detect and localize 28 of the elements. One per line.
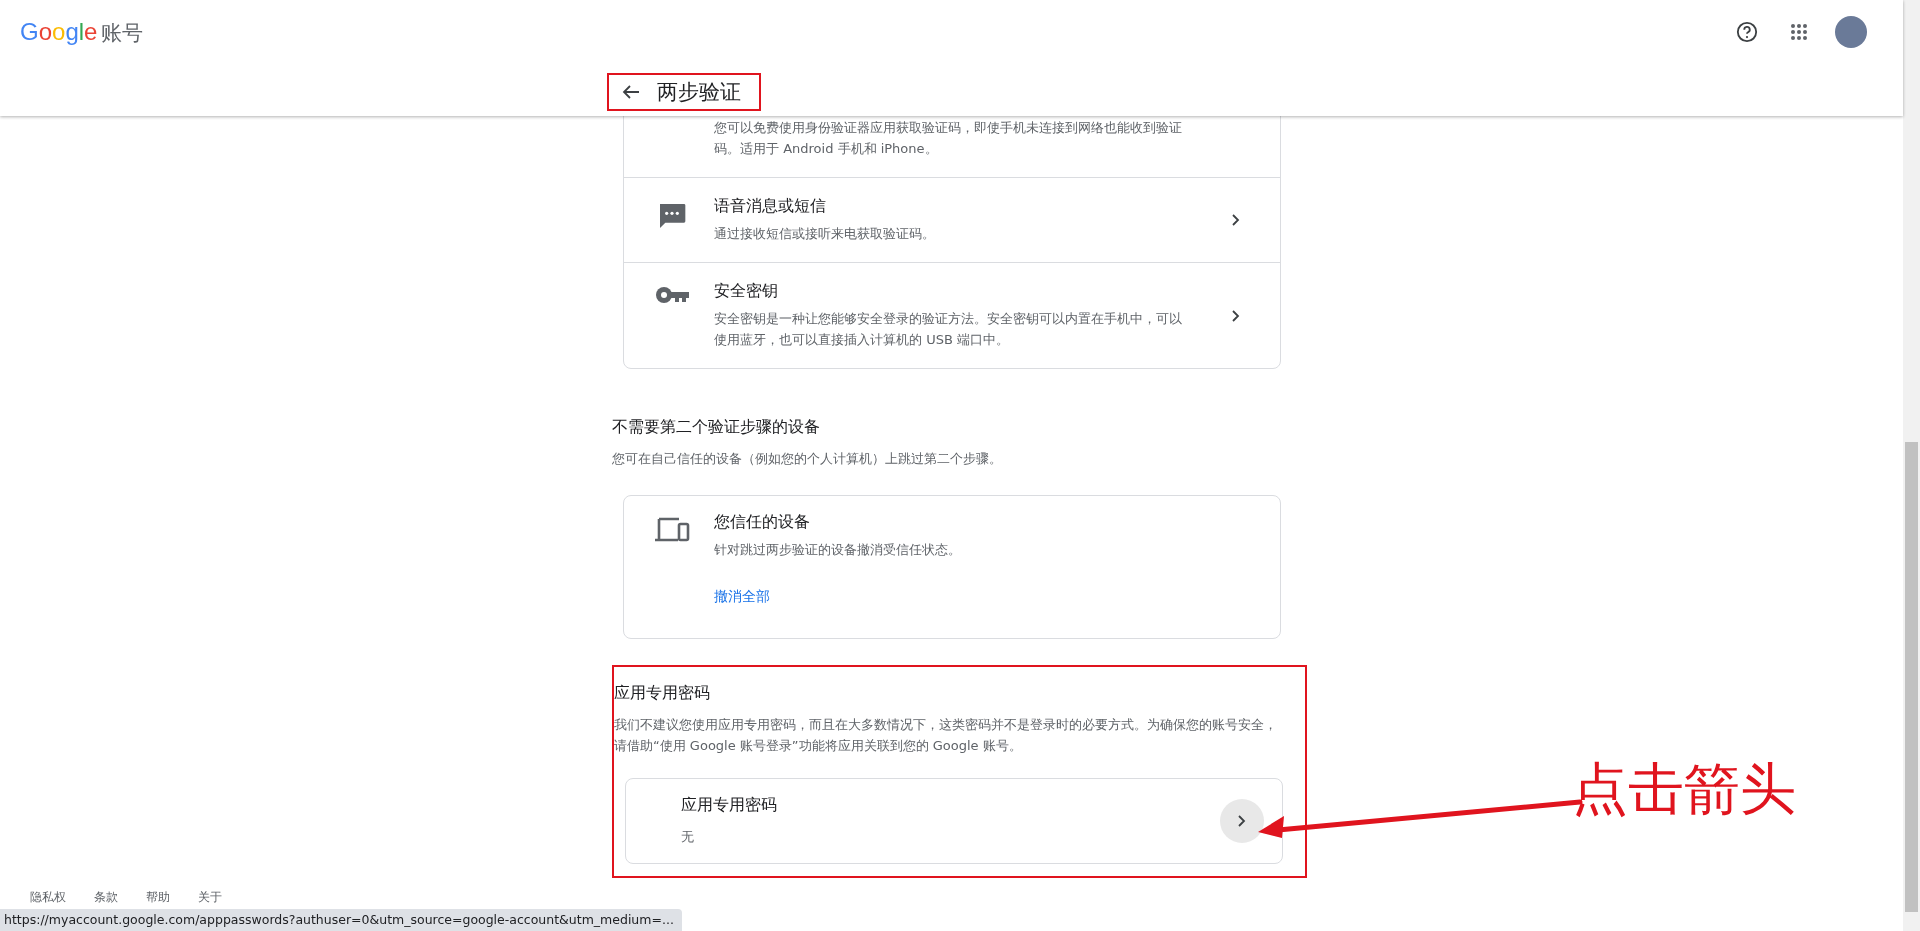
card-title: 应用专用密码: [681, 795, 778, 816]
footer-link[interactable]: 隐私权: [30, 890, 66, 905]
method-description: 通过接收短信或接听来电获取验证码。: [714, 225, 936, 243]
avatar[interactable]: [1835, 16, 1867, 48]
status-url: https://myaccount.google.com/apppasswords?authuser=0&utm_source=google-account&utm_medium=...: [0, 909, 682, 931]
section-description: 您可在自己信任的设备（例如您的个人计算机）上跳过第二个步骤。: [612, 450, 1003, 468]
method-title: 语音消息或短信: [714, 196, 827, 217]
product-name: 账号: [101, 20, 144, 47]
page-title: 两步验证: [657, 79, 741, 106]
footer-link[interactable]: 条款: [94, 890, 118, 905]
key-icon: [655, 285, 689, 305]
card-title: 您信任的设备: [714, 512, 811, 533]
open-button[interactable]: [1220, 799, 1264, 843]
section-description: 我们不建议您使用应用专用密码，而且在大多数情况下，这类密码并不是登录时的必要方式。为确保您的账号安全，请借助“使用 Google 账号登录”功能将应用关联到您的 Google 账号。: [614, 716, 1278, 755]
devices-icon: [654, 516, 690, 544]
card-description: 针对跳过两步验证的设备撤消受信任状态。: [714, 541, 962, 559]
scrollbar[interactable]: [1903, 0, 1920, 931]
annotation-label: 点击箭头: [1572, 755, 1796, 823]
revoke-all-link[interactable]: 撤消全部: [714, 588, 1256, 606]
method-title: 安全密钥: [714, 281, 779, 302]
footer-link[interactable]: 关于: [198, 890, 222, 905]
section-heading: 应用专用密码: [614, 683, 711, 704]
card-value: 无: [681, 828, 695, 846]
method-description: 您可以免费使用身份验证器应用获取验证码，即使手机未连接到网络也能收到验证码。适用于 Android 手机和 iPhone。: [714, 119, 1183, 158]
logo-wordmark[interactable]: Google: [20, 18, 98, 46]
footer-link[interactable]: 帮助: [146, 890, 170, 905]
section-heading: 不需要第二个验证步骤的设备: [612, 417, 821, 438]
method-description: 安全密钥是一种让您能够安全登录的验证方法。安全密钥可以内置在手机中，可以使用蓝牙，也可以直接插入计算机的 USB 端口中。: [714, 310, 1183, 349]
